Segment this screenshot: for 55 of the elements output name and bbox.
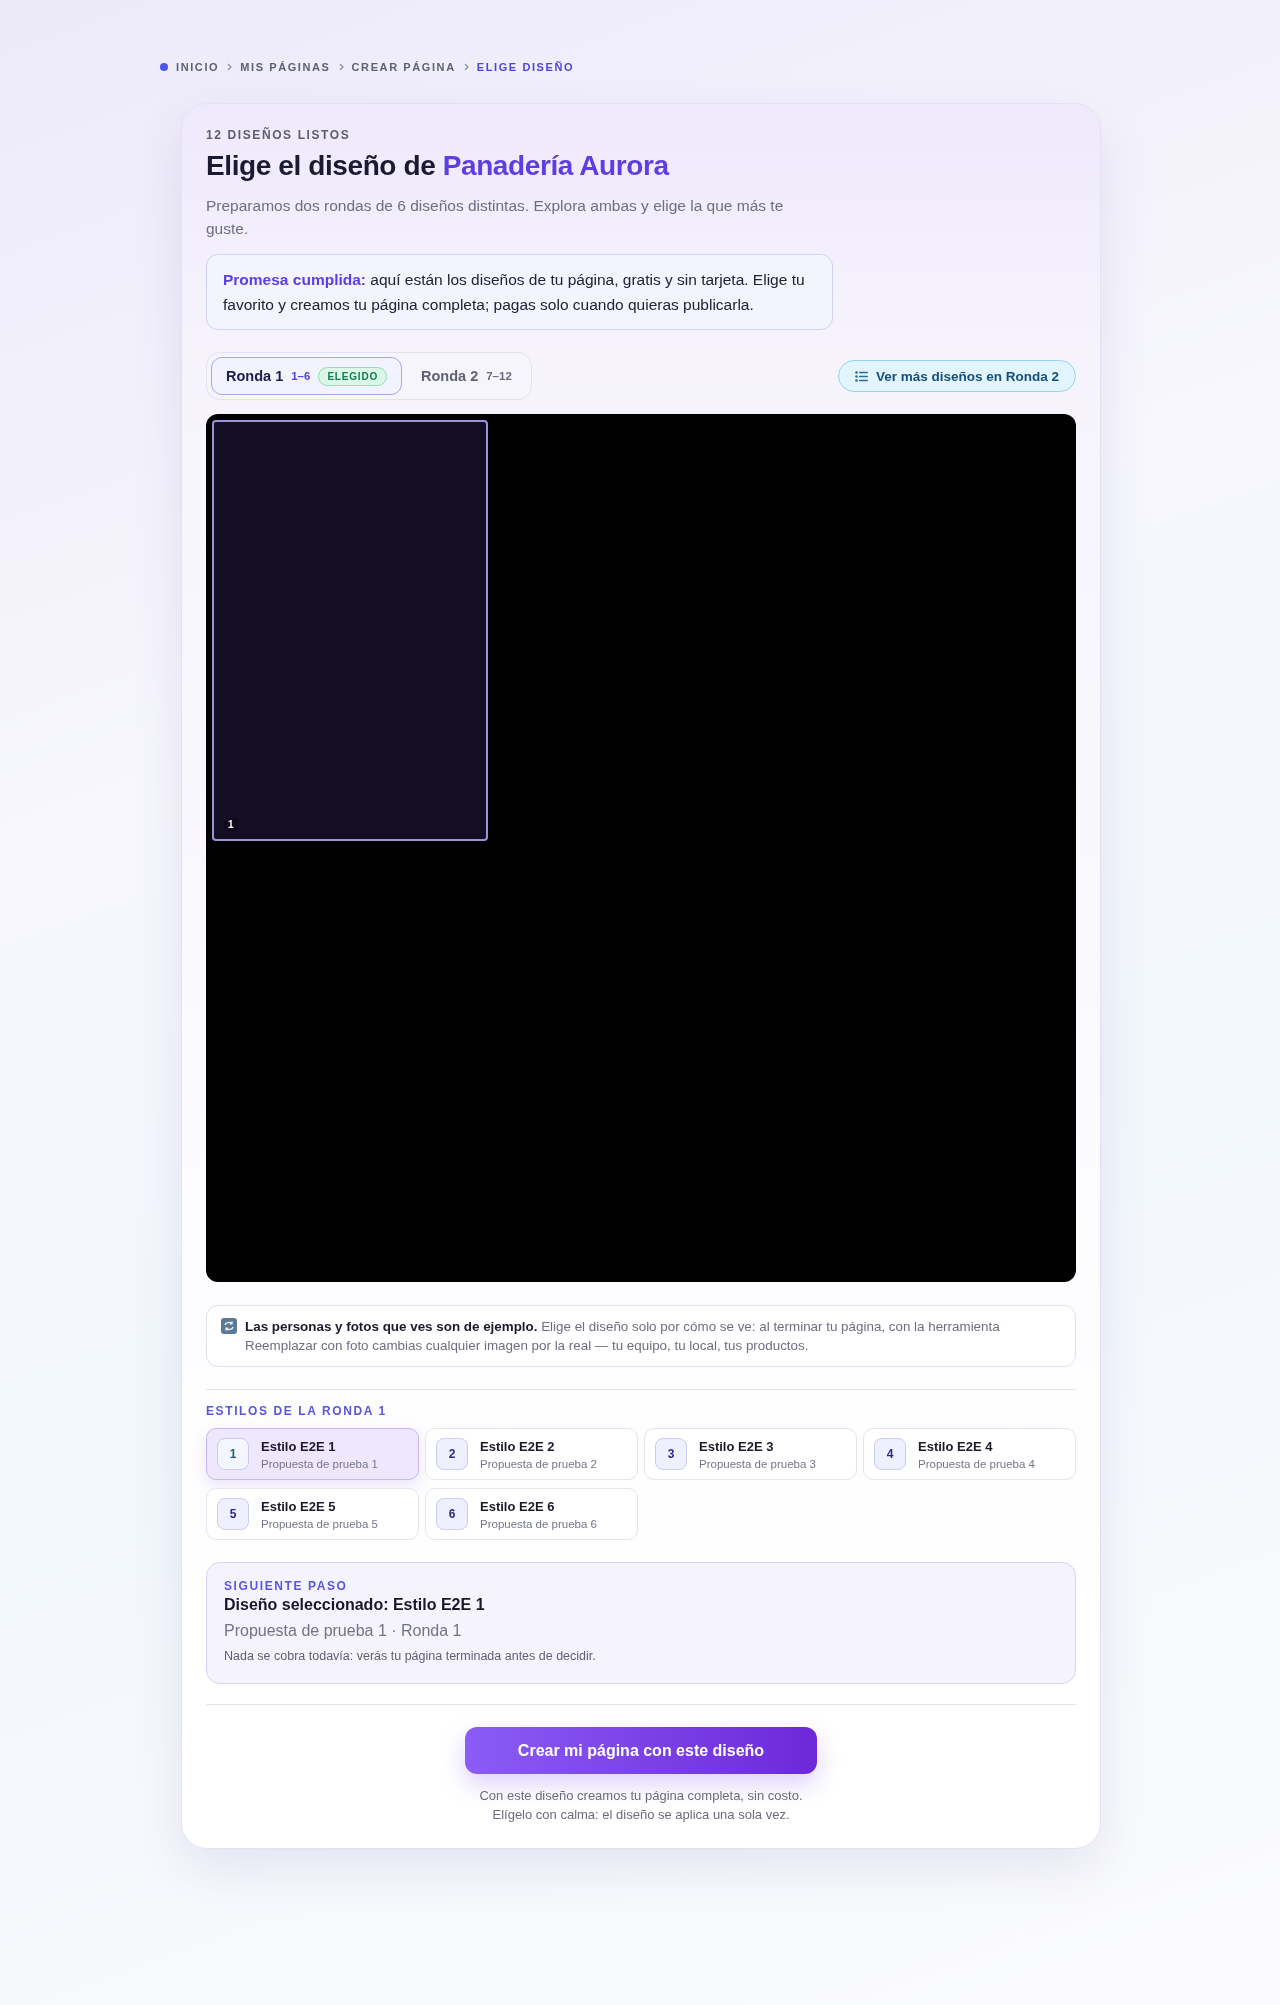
breadcrumb-link[interactable]: MIS PÁGINAS <box>240 61 331 73</box>
breadcrumb-link[interactable]: ELIGE DISEÑO <box>476 61 575 73</box>
style-number: 6 <box>436 1498 468 1530</box>
list-icon <box>854 370 868 382</box>
round-tab[interactable]: Ronda 2 7–12 <box>406 357 527 395</box>
page-subtitle: Preparamos dos rondas de 6 diseños distintas. Explora ambas y elige la que más te guste. <box>206 196 785 239</box>
more-designs-button[interactable]: Ver más diseños en Ronda 2 <box>837 360 1076 392</box>
style-option[interactable]: 3 Estilo E2E 3 Propuesta de prueba 3 <box>644 1428 857 1480</box>
cta-note: Con este diseño creamos tu página completa, sin costo. <box>479 1788 803 1803</box>
style-number: 2 <box>436 1438 468 1470</box>
style-number: 4 <box>874 1438 906 1470</box>
page-title: Elige el diseño de Panadería Aurora <box>206 150 671 182</box>
style-option[interactable]: 5 Estilo E2E 5 Propuesta de prueba 5 <box>206 1488 419 1540</box>
style-number: 5 <box>217 1498 249 1530</box>
style-description: Propuesta de prueba 1 <box>261 1457 378 1470</box>
thumbnail-number: 1 <box>224 818 238 831</box>
chevron-icon <box>338 63 344 71</box>
eyebrow-label: 12 DISEÑOS LISTOS <box>206 128 352 142</box>
style-name: Estilo E2E 1 <box>261 1438 337 1454</box>
status-dot <box>160 63 168 71</box>
style-description: Propuesta de prueba 5 <box>261 1517 378 1530</box>
next-step-label: SIGUIENTE PASO <box>224 1579 349 1593</box>
selected-design-subtitle: Propuesta de prueba 1 · Ronda 1 <box>224 1622 463 1640</box>
style-option[interactable]: 2 Estilo E2E 2 Propuesta de prueba 2 <box>425 1428 638 1480</box>
style-name: Estilo E2E 2 <box>480 1438 556 1454</box>
billing-note: Nada se cobra todavía: verás tu página terminada antes de decidir. <box>224 1649 597 1663</box>
style-name: Estilo E2E 5 <box>261 1498 337 1514</box>
style-name: Estilo E2E 3 <box>699 1438 775 1454</box>
notice-text: Las personas y fotos que ves son de ejemplo. Elige el diseño solo por cómo se ve: al terminar tu página, con la herramienta Reemplazar con foto cambias cualquier imagen por la real — tu equipo, tu local, tus productos. <box>245 1318 1001 1355</box>
style-option[interactable]: 6 Estilo E2E 6 Propuesta de prueba 6 <box>425 1488 638 1540</box>
style-description: Propuesta de prueba 4 <box>918 1457 1035 1470</box>
breadcrumb-link[interactable]: INICIO <box>176 61 220 73</box>
round-tab[interactable]: Ronda 1 1–6 ELEGIDO <box>211 357 402 395</box>
cta-note: Elígelo con calma: el diseño se aplica una sola vez. <box>492 1807 790 1822</box>
chevron-icon <box>463 63 469 71</box>
style-option[interactable]: 1 Estilo E2E 1 Propuesta de prueba 1 <box>206 1428 419 1480</box>
round-range: 7–12 <box>486 370 512 382</box>
style-description: Propuesta de prueba 3 <box>699 1457 816 1470</box>
style-number: 1 <box>217 1438 249 1470</box>
chevron-icon <box>227 63 233 71</box>
section-heading: ESTILOS DE LA RONDA 1 <box>206 1404 388 1418</box>
chosen-badge: ELEGIDO <box>318 366 387 386</box>
selected-design-title: Diseño seleccionado: Estilo E2E 1 <box>224 1596 486 1614</box>
breadcrumb-link[interactable]: CREAR PÁGINA <box>351 61 456 73</box>
style-name: Estilo E2E 6 <box>480 1498 556 1514</box>
promise-callout: Promesa cumplida: aquí están los diseños de tu página, gratis y sin tarjeta. Elige tu favorito y creamos tu página completa; pagas solo cuando quieras publicarla. <box>206 254 833 330</box>
round-range: 1–6 <box>291 370 311 382</box>
style-description: Propuesta de prueba 6 <box>480 1517 597 1530</box>
style-description: Propuesta de prueba 2 <box>480 1457 597 1470</box>
style-option[interactable]: 4 Estilo E2E 4 Propuesta de prueba 4 <box>863 1428 1076 1480</box>
style-name: Estilo E2E 4 <box>918 1438 994 1454</box>
style-number: 3 <box>655 1438 687 1470</box>
design-thumbnail[interactable]: 1 <box>212 420 488 841</box>
swap-icon <box>221 1318 237 1334</box>
create-page-button[interactable]: Crear mi página con este diseño <box>465 1727 817 1774</box>
